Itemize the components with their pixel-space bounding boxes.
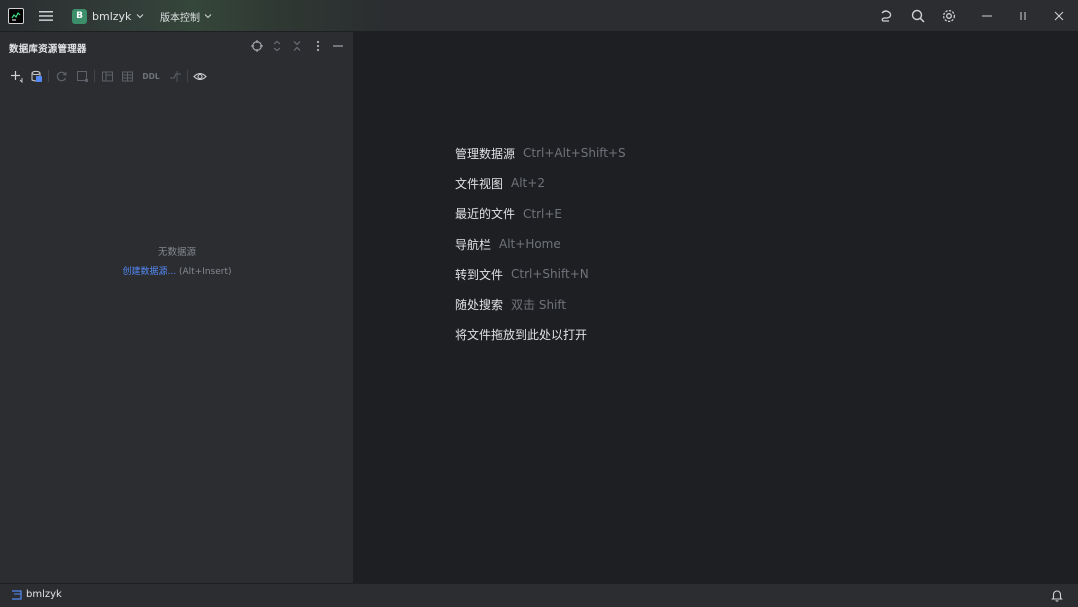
empty-action-line: 创建数据源... (Alt+Insert) [0, 264, 354, 277]
editor-area: 管理数据源 Ctrl+Alt+Shift+S 文件视图 Alt+2 最近的文件 … [355, 32, 1078, 583]
hint-row: 管理数据源 Ctrl+Alt+Shift+S [455, 138, 626, 168]
query-console-icon[interactable] [74, 68, 90, 84]
hint-action: 最近的文件 [455, 207, 516, 222]
add-icon[interactable] [8, 68, 24, 84]
vcs-selector[interactable]: 版本控制 [156, 6, 216, 26]
toolbar-divider [187, 70, 188, 82]
empty-title: 无数据源 [157, 247, 196, 258]
hint-shortcut: Alt+2 [511, 176, 545, 191]
hint-row: 文件视图 Alt+2 [455, 168, 626, 198]
toolbar-divider [48, 70, 49, 82]
datagrip-logo-icon[interactable] [8, 8, 24, 24]
hint-row: 最近的文件 Ctrl+E [455, 199, 626, 229]
status-project[interactable]: bmlzyk [11, 589, 62, 600]
hint-row: 导航栏 Alt+Home [455, 229, 626, 259]
ddl-icon[interactable]: DDL [140, 68, 162, 84]
project-name: bmlzyk [92, 9, 132, 23]
hint-action: 文件视图 [455, 176, 504, 191]
hint-shortcut: Ctrl+E [523, 206, 563, 221]
more-vert-icon[interactable] [311, 39, 325, 53]
minimize-icon[interactable] [975, 4, 999, 28]
hint-row: 随处搜索 双击 Shift [455, 289, 626, 319]
notifications-bell-icon[interactable] [1050, 588, 1066, 604]
project-folder-icon [12, 590, 22, 600]
view-options-icon[interactable] [192, 68, 208, 84]
ddl-label: DDL [142, 71, 160, 81]
create-data-source-link[interactable]: 创建数据源... [122, 267, 176, 277]
explorer-toolbar: DDL [0, 65, 354, 87]
hint-shortcut: 双击 Shift [511, 298, 567, 313]
compare-icon[interactable] [167, 68, 183, 84]
refresh-icon[interactable] [53, 68, 69, 84]
gear-icon[interactable] [939, 6, 959, 26]
edit-table-icon[interactable] [99, 68, 115, 84]
status-bar: bmlzyk [0, 583, 1078, 607]
table-icon[interactable] [119, 68, 135, 84]
title-bar: B bmlzyk 版本控制 [0, 0, 1078, 32]
hint-action: 导航栏 [455, 237, 492, 252]
hint-shortcut: Alt+Home [499, 237, 561, 252]
shortcut-hints: 管理数据源 Ctrl+Alt+Shift+S 文件视图 Alt+2 最近的文件 … [455, 138, 626, 350]
database-explorer-panel: 数据库资源管理器 DDL 无数据源 创建数据源... (Alt+Insert) [0, 32, 354, 583]
hint-row: 转到文件 Ctrl+Shift+N [455, 259, 626, 289]
panel-title: 数据库资源管理器 [9, 44, 87, 55]
data-source-properties-icon[interactable] [28, 68, 44, 84]
vcs-label: 版本控制 [160, 12, 200, 24]
toolbar-divider [94, 70, 95, 82]
hint-action: 将文件拖放到此处以打开 [455, 328, 588, 343]
status-project-label: bmlzyk [26, 589, 62, 600]
hint-shortcut: Ctrl+Alt+Shift+S [523, 146, 626, 161]
chevron-down-icon [137, 14, 144, 19]
main-menu-icon[interactable] [37, 7, 55, 25]
hint-action: 随处搜索 [455, 298, 504, 313]
project-badge: B [72, 8, 87, 24]
hint-action: 转到文件 [455, 267, 504, 282]
search-icon[interactable] [908, 6, 928, 26]
close-icon[interactable] [1047, 4, 1071, 28]
maximize-icon[interactable] [1011, 4, 1035, 28]
hint-action: 管理数据源 [455, 146, 516, 161]
hint-shortcut: Ctrl+Shift+N [511, 267, 589, 282]
target-icon[interactable] [250, 39, 264, 53]
panel-header: 数据库资源管理器 [0, 32, 354, 62]
ai-assistant-icon[interactable] [876, 6, 896, 26]
chevron-down-icon [204, 14, 212, 19]
expand-all-icon[interactable] [270, 39, 284, 53]
create-shortcut-hint: (Alt+Insert) [178, 267, 232, 277]
hide-icon[interactable] [331, 39, 345, 53]
hint-row: 将文件拖放到此处以打开 [455, 320, 626, 350]
empty-state: 无数据源 创建数据源... (Alt+Insert) [0, 244, 354, 277]
collapse-all-icon[interactable] [290, 39, 304, 53]
project-selector[interactable]: B bmlzyk [70, 6, 148, 26]
